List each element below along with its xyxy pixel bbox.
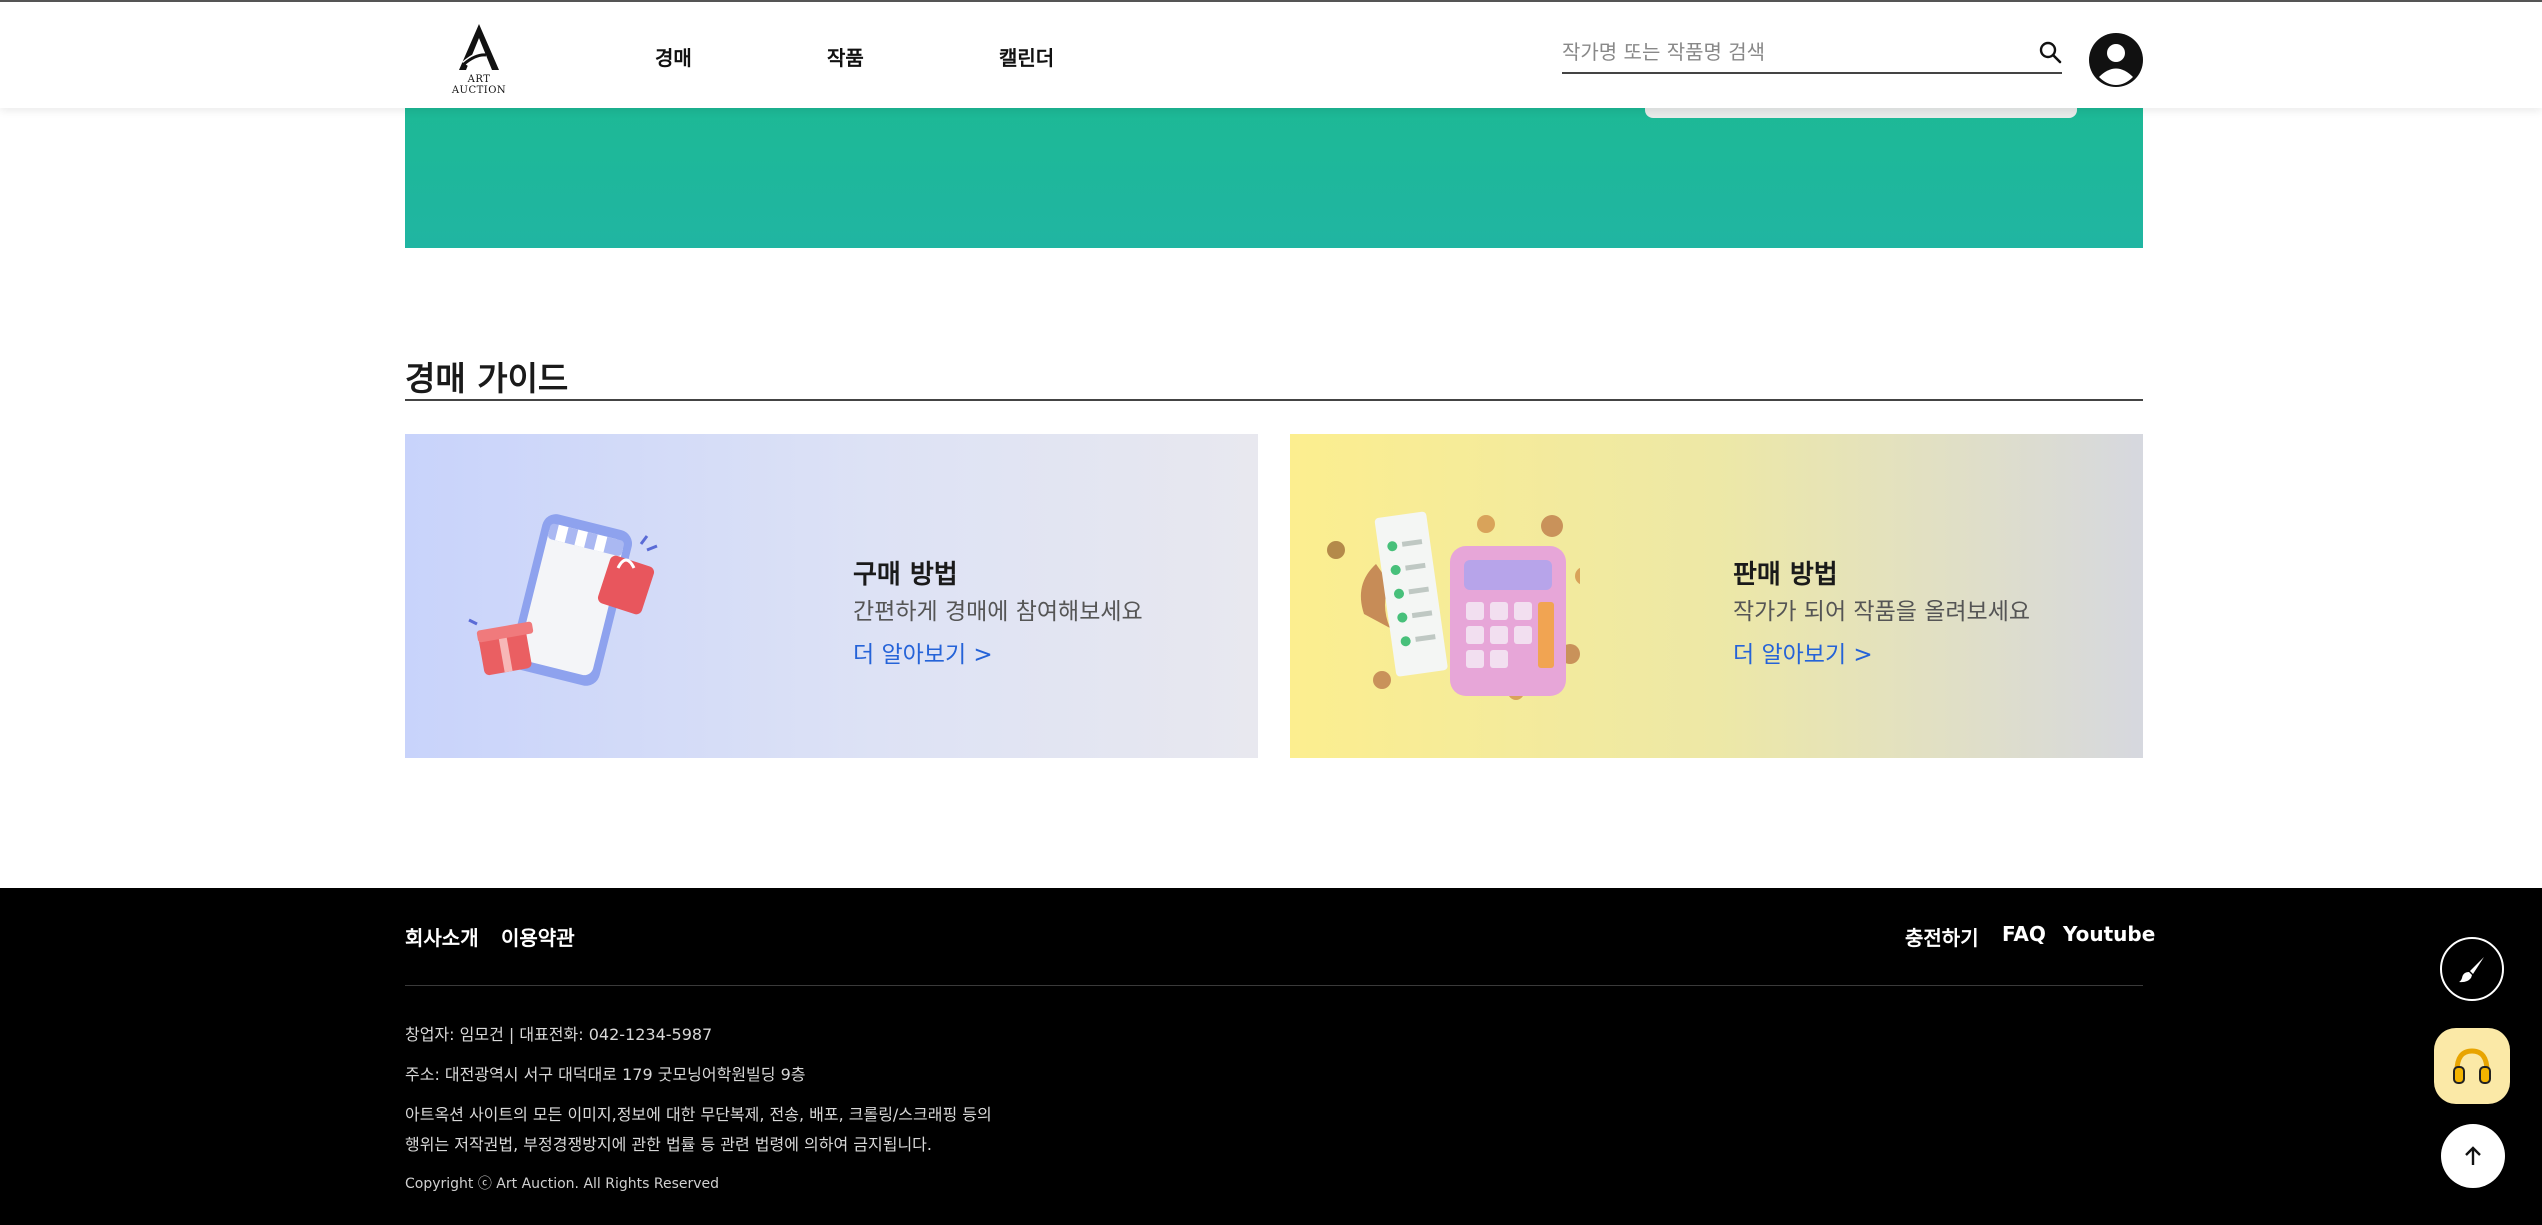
calculator-receipt-illustration — [1327, 511, 1580, 700]
site-footer: 회사소개 이용약관 충전하기 FAQ Youtube 창업자: 임모건 | 대표… — [0, 888, 2542, 1225]
card-description: 작가가 되어 작품을 올려보세요 — [1733, 599, 2031, 625]
guide-card-buy[interactable]: 구매 방법 간편하게 경매에 참여해보세요 더 알아보기 > — [405, 434, 1258, 758]
footer-link-charge[interactable]: 충전하기 — [1905, 922, 1979, 951]
guide-title: 경매 가이드 — [405, 359, 569, 398]
nav-artworks[interactable]: 작품 — [827, 42, 864, 71]
nav-auction[interactable]: 경매 — [655, 42, 692, 71]
footer-link-youtube[interactable]: Youtube — [2063, 922, 2155, 946]
brush-button[interactable] — [2440, 937, 2504, 1001]
card-heading: 구매 방법 — [853, 560, 958, 590]
footer-link-terms[interactable]: 이용약관 — [501, 922, 575, 951]
card-description: 간편하게 경매에 참여해보세요 — [853, 599, 1143, 625]
footer-copyright: Copyright ⓒ Art Auction. All Rights Rese… — [405, 1176, 720, 1192]
promo-banner — [405, 108, 2143, 248]
logo[interactable]: ART AUCTION — [440, 22, 518, 96]
footer-founder-info: 창업자: 임모건 | 대표전화: 042-1234-5987 — [405, 1025, 713, 1044]
learn-more-link[interactable]: 더 알아보기 > — [1733, 635, 1873, 669]
footer-link-faq[interactable]: FAQ — [2002, 922, 2046, 946]
footer-notice-line-1: 아트옥션 사이트의 모든 이미지,정보에 대한 무단복제, 전송, 배포, 크롤… — [405, 1105, 992, 1124]
footer-address: 주소: 대전광역시 서구 대덕대로 179 굿모닝어학원빌딩 9층 — [405, 1065, 806, 1084]
headset-icon — [2453, 1048, 2491, 1084]
footer-link-company[interactable]: 회사소개 — [405, 922, 479, 951]
search-input[interactable] — [1562, 32, 2022, 72]
user-avatar-icon[interactable] — [2088, 32, 2144, 88]
search-bar — [1562, 32, 2062, 74]
support-button[interactable] — [2434, 1028, 2510, 1104]
guide-card-sell[interactable]: 판매 방법 작가가 되어 작품을 올려보세요 더 알아보기 > — [1290, 434, 2143, 758]
footer-notice-line-2: 행위는 저작권법, 부정경쟁방지에 관한 법률 등 관련 법령에 의하여 금지됩… — [405, 1135, 932, 1154]
brush-icon — [2459, 957, 2484, 983]
nav-calendar[interactable]: 캘린더 — [999, 42, 1054, 71]
phone-shopping-illustration — [468, 514, 658, 686]
search-icon[interactable] — [2038, 40, 2062, 64]
scroll-top-button[interactable] — [2441, 1124, 2505, 1188]
banner-pill — [1645, 108, 2077, 118]
logo-text: ART AUCTION — [451, 74, 507, 96]
logo-mark-icon — [459, 24, 499, 70]
learn-more-link[interactable]: 더 알아보기 > — [853, 635, 993, 669]
site-header: ART AUCTION 경매 작품 캘린더 — [0, 0, 2542, 108]
arrow-up-icon — [2465, 1146, 2481, 1165]
card-heading: 판매 방법 — [1733, 560, 1838, 590]
guide-divider — [405, 399, 2143, 401]
footer-divider — [405, 985, 2143, 986]
